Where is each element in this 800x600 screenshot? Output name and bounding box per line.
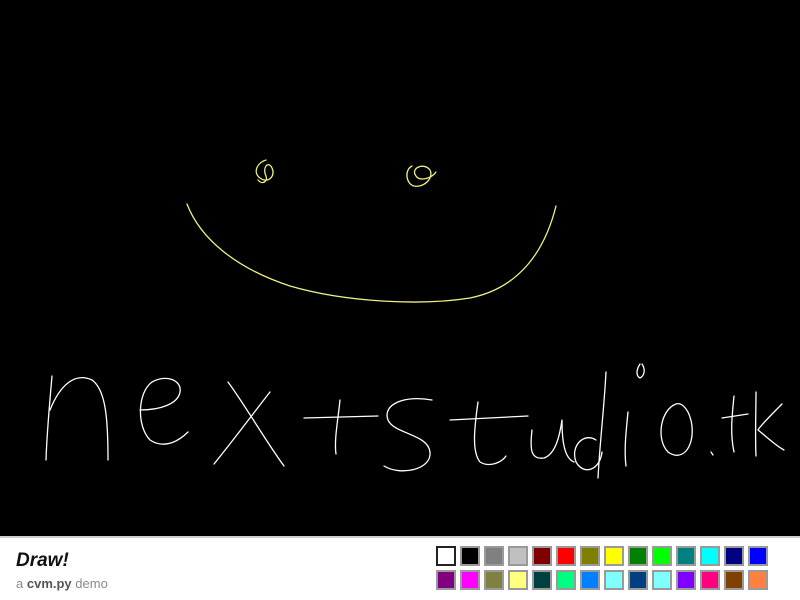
handwriting-t3 xyxy=(721,395,749,453)
handwriting-i xyxy=(624,363,645,467)
handwriting-n xyxy=(45,375,109,461)
color-swatch[interactable] xyxy=(652,546,672,566)
color-swatch[interactable] xyxy=(652,570,672,590)
handwriting-o xyxy=(660,403,693,456)
handwriting-u xyxy=(530,419,575,463)
color-palette xyxy=(436,546,768,590)
app-title: Draw! xyxy=(16,550,69,571)
color-swatch[interactable] xyxy=(604,570,624,590)
handwriting-x xyxy=(213,381,285,467)
handwriting-k xyxy=(754,391,785,457)
left-eye-stroke xyxy=(255,159,274,184)
color-swatch[interactable] xyxy=(436,570,456,590)
color-swatch[interactable] xyxy=(436,546,456,566)
color-swatch[interactable] xyxy=(508,570,528,590)
smile-stroke xyxy=(186,203,557,303)
color-swatch[interactable] xyxy=(628,546,648,566)
color-swatch[interactable] xyxy=(580,570,600,590)
color-swatch[interactable] xyxy=(676,546,696,566)
handwriting-t1 xyxy=(303,399,379,455)
subtitle-name: cvm.py xyxy=(26,576,72,591)
color-swatch[interactable] xyxy=(580,546,600,566)
color-swatch[interactable] xyxy=(532,570,552,590)
color-swatch[interactable] xyxy=(556,546,576,566)
subtitle-suffix: demo xyxy=(75,576,108,591)
drawing-surface[interactable] xyxy=(0,0,800,536)
color-swatch[interactable] xyxy=(532,546,552,566)
drawing-canvas[interactable] xyxy=(0,0,800,536)
handwriting-t2 xyxy=(449,401,529,466)
handwriting-dot xyxy=(710,451,714,456)
color-swatch[interactable] xyxy=(460,570,480,590)
color-swatch[interactable] xyxy=(700,546,720,566)
subtitle-prefix: a xyxy=(16,576,24,591)
color-swatch[interactable] xyxy=(724,546,744,566)
handwriting-s xyxy=(383,398,433,472)
app-subtitle: a cvm.py demo xyxy=(16,576,108,591)
color-swatch[interactable] xyxy=(676,570,696,590)
color-swatch[interactable] xyxy=(508,546,528,566)
color-swatch[interactable] xyxy=(628,570,648,590)
color-swatch[interactable] xyxy=(556,570,576,590)
color-swatch[interactable] xyxy=(484,570,504,590)
color-swatch[interactable] xyxy=(484,546,504,566)
color-swatch[interactable] xyxy=(460,546,480,566)
color-swatch[interactable] xyxy=(604,546,624,566)
toolbar: Draw! a cvm.py demo xyxy=(0,536,800,600)
color-swatch[interactable] xyxy=(748,546,768,566)
color-swatch[interactable] xyxy=(724,570,744,590)
handwriting-d xyxy=(573,371,607,479)
color-swatch[interactable] xyxy=(700,570,720,590)
handwriting-e1 xyxy=(139,377,189,445)
color-swatch[interactable] xyxy=(748,570,768,590)
right-eye-stroke xyxy=(406,165,437,187)
